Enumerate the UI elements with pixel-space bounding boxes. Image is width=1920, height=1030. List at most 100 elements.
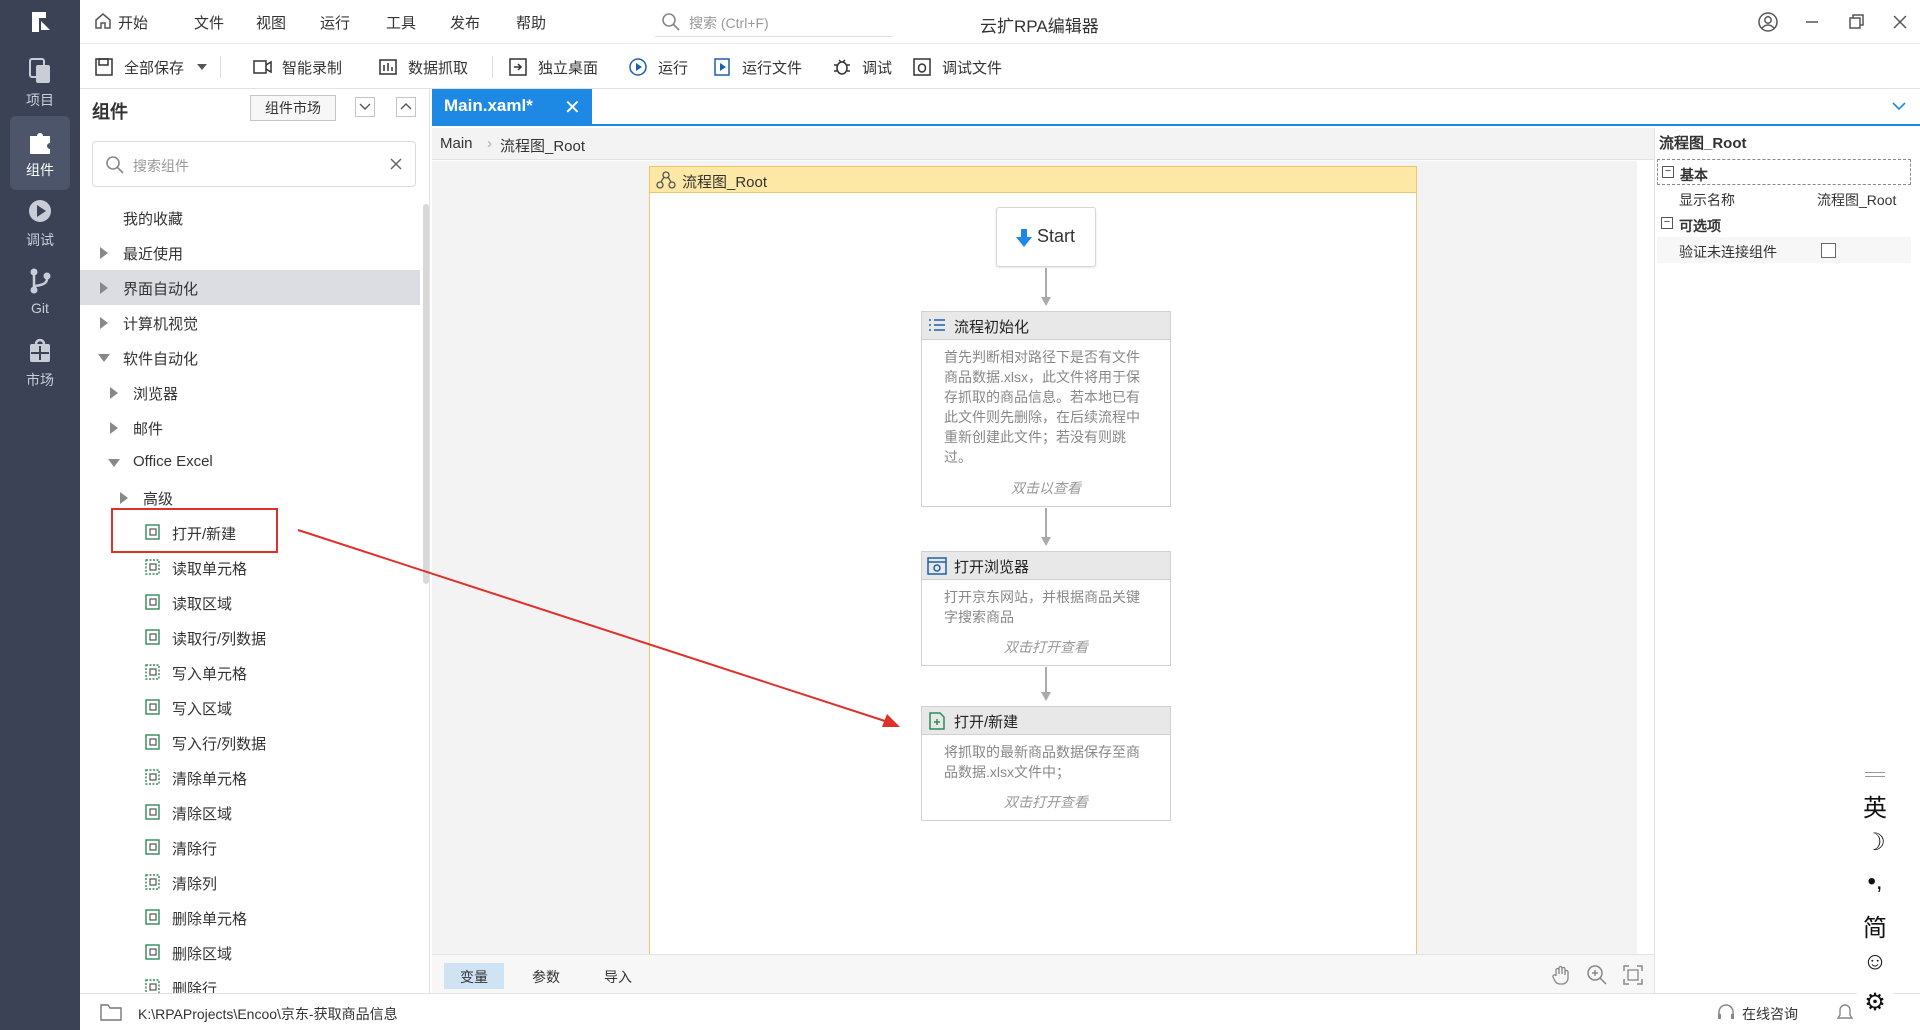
ime-night-mode-icon[interactable]: ☽	[1861, 828, 1889, 857]
flowchart-container[interactable]: 流程图_Root Start 流程初始化 首先判断相对路径下是否有文件 商品数据…	[649, 166, 1417, 954]
tab-imports[interactable]: 导入	[588, 963, 648, 989]
expand-arrow-icon[interactable]	[100, 247, 108, 259]
nav-item-git[interactable]: Git	[10, 256, 70, 330]
fit-screen-icon[interactable]	[1622, 964, 1644, 986]
tree-item-software-automation[interactable]: 软件自动化	[80, 340, 420, 375]
property-category-optional[interactable]: − 可选项	[1657, 211, 1911, 237]
activity-process-init[interactable]: 流程初始化 首先判断相对路径下是否有文件 商品数据.xlsx，此文件将用于保存抓…	[921, 311, 1171, 507]
clear-search-icon[interactable]	[389, 157, 403, 171]
canvas-vertical-scrollbar[interactable]	[1636, 161, 1637, 954]
tree-item-mail[interactable]: 邮件	[80, 410, 420, 445]
debug-file-button[interactable]: 调试文件	[912, 55, 1002, 79]
tree-item-excel-activity[interactable]: 清除行	[80, 830, 420, 865]
tree-item-excel-activity[interactable]: 清除单元格	[80, 760, 420, 795]
debug-button[interactable]: 调试	[832, 55, 892, 79]
tree-item-excel-activity[interactable]: 删除行	[80, 970, 420, 993]
collapse-arrow-icon[interactable]	[108, 459, 120, 467]
standalone-desktop-button[interactable]: 独立桌面	[508, 55, 598, 79]
excel-activity-icon	[145, 559, 160, 575]
tree-label: Office Excel	[133, 453, 213, 470]
smart-record-button[interactable]: 智能录制	[252, 55, 342, 79]
tree-item-excel-activity[interactable]: 读取单元格	[80, 550, 420, 585]
nav-item-market[interactable]: 市场	[10, 326, 70, 400]
tree-label: 写入单元格	[172, 666, 248, 683]
nav-label-components: 组件	[26, 162, 54, 178]
tree-item-recent[interactable]: 最近使用	[80, 235, 420, 270]
start-node[interactable]: Start	[996, 207, 1096, 267]
data-scrape-button[interactable]: 数据抓取	[378, 55, 468, 79]
tree-item-excel-activity[interactable]: 写入单元格	[80, 655, 420, 690]
zoom-in-icon[interactable]	[1586, 964, 1608, 986]
tab-main-xaml[interactable]: Main.xaml* ✕	[432, 89, 592, 124]
online-consult-link[interactable]: 在线咨询	[1742, 1004, 1798, 1024]
run-label: 运行	[658, 59, 689, 77]
display-name-field[interactable]: 流程图_Root	[1817, 190, 1896, 210]
activity-open-browser[interactable]: 打开浏览器 打开京东网站，并根据商品关键字搜索商品 双击打开查看	[921, 551, 1171, 666]
menu-tools[interactable]: 工具	[386, 12, 416, 33]
menu-run[interactable]: 运行	[320, 12, 350, 33]
breadcrumb-item-main[interactable]: Main	[440, 135, 473, 152]
minimize-icon[interactable]	[1800, 10, 1824, 34]
component-market-button[interactable]: 组件市场	[250, 95, 336, 121]
component-search-input[interactable]: 搜索组件	[92, 141, 416, 187]
menu-file[interactable]: 文件	[194, 12, 224, 33]
ime-lang-toggle[interactable]: 英	[1861, 788, 1889, 823]
activity-open-new-excel[interactable]: 打开/新建 将抓取的最新商品数据保存至商品数据.xlsx文件中； 双击打开查看	[921, 706, 1171, 821]
collapse-icon[interactable]: −	[1662, 166, 1674, 178]
hand-pan-icon[interactable]	[1550, 964, 1572, 986]
tree-item-excel-activity[interactable]: 写入行/列数据	[80, 725, 420, 760]
components-scrollbar[interactable]	[423, 204, 429, 584]
tree-item-favorites[interactable]: 我的收藏	[80, 200, 420, 235]
dropdown-caret-icon[interactable]	[196, 62, 208, 72]
restore-icon[interactable]	[1844, 10, 1868, 34]
tree-item-ui-automation[interactable]: 界面自动化	[80, 270, 420, 305]
tree-item-excel-activity[interactable]: 读取区域	[80, 585, 420, 620]
nav-item-project[interactable]: 项目	[10, 46, 70, 120]
chevron-down-icon[interactable]	[1890, 99, 1908, 113]
tree-item-office-excel[interactable]: Office Excel	[80, 445, 420, 480]
collapse-all-button[interactable]	[355, 97, 375, 117]
tab-variables[interactable]: 变量	[444, 963, 504, 989]
tree-label: 最近使用	[123, 246, 184, 263]
breadcrumb-item-root[interactable]: 流程图_Root	[500, 135, 585, 156]
ime-punctuation-icon[interactable]: •,	[1861, 868, 1889, 896]
expand-arrow-icon[interactable]	[100, 282, 108, 294]
tree-item-excel-activity[interactable]: 删除区域	[80, 935, 420, 970]
nav-item-components[interactable]: 组件	[10, 116, 70, 190]
run-button[interactable]: 运行	[628, 55, 688, 79]
expand-arrow-icon[interactable]	[110, 422, 118, 434]
menu-view[interactable]: 视图	[256, 12, 286, 33]
menu-help[interactable]: 帮助	[516, 12, 546, 33]
tree-item-excel-activity[interactable]: 读取行/列数据	[80, 620, 420, 655]
tree-item-excel-activity[interactable]: 写入区域	[80, 690, 420, 725]
collapse-icon[interactable]: −	[1661, 217, 1673, 229]
expand-all-button[interactable]	[396, 97, 416, 117]
ime-simplified-toggle[interactable]: 简	[1861, 908, 1889, 943]
tree-item-excel-activity[interactable]: 删除单元格	[80, 900, 420, 935]
save-all-button[interactable]: 全部保存	[94, 55, 218, 79]
property-category-basic[interactable]: − 基本	[1657, 159, 1911, 185]
activity-hint: 双击打开查看	[1004, 639, 1088, 655]
expand-arrow-icon[interactable]	[100, 317, 108, 329]
tree-item-computer-vision[interactable]: 计算机视觉	[80, 305, 420, 340]
ime-emoji-icon[interactable]: ☺	[1861, 948, 1889, 976]
tree-item-browser[interactable]: 浏览器	[80, 375, 420, 410]
menu-home[interactable]: 开始	[118, 12, 148, 33]
designer-canvas[interactable]: 流程图_Root Start 流程初始化 首先判断相对路径下是否有文件 商品数据…	[432, 161, 1637, 954]
tree-item-excel-activity[interactable]: 清除列	[80, 865, 420, 900]
ime-settings-icon[interactable]: ⚙	[1861, 988, 1889, 1017]
nav-item-debug[interactable]: 调试	[10, 186, 70, 260]
close-tab-icon[interactable]: ✕	[564, 95, 581, 120]
tree-item-excel-activity[interactable]: 清除区域	[80, 795, 420, 830]
close-window-icon[interactable]	[1888, 10, 1912, 34]
expand-arrow-icon[interactable]	[120, 492, 128, 504]
expand-arrow-icon[interactable]	[110, 387, 118, 399]
bell-icon[interactable]	[1836, 1003, 1854, 1023]
tab-arguments[interactable]: 参数	[516, 963, 576, 989]
run-file-button[interactable]: 运行文件	[712, 55, 802, 79]
user-avatar-icon[interactable]	[1756, 10, 1780, 34]
global-search-input[interactable]: 搜索 (Ctrl+F)	[655, 7, 893, 37]
validate-checkbox[interactable]	[1821, 243, 1836, 258]
menu-publish[interactable]: 发布	[450, 12, 480, 33]
collapse-arrow-icon[interactable]	[98, 354, 110, 362]
